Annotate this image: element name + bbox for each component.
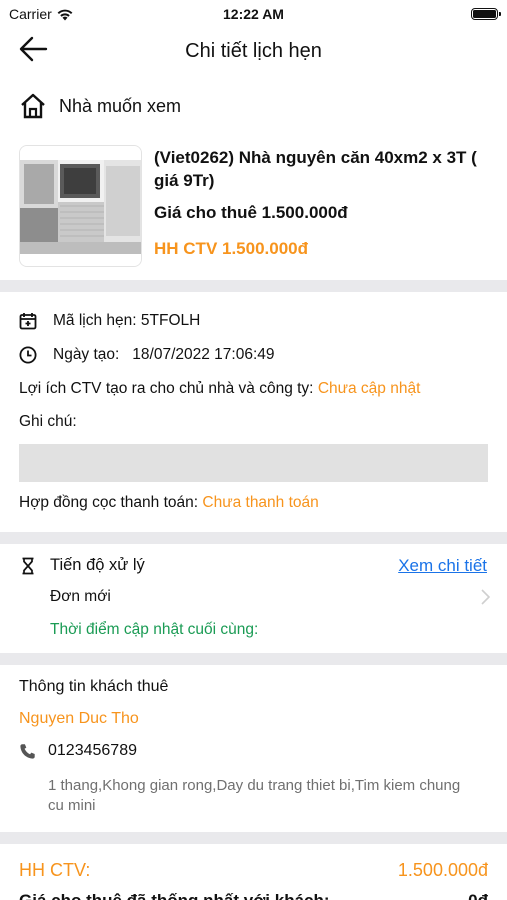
progress-heading: Tiến độ xử lý [50, 556, 145, 574]
contract-value: Chưa thanh toán [202, 494, 319, 511]
nav-bar: Chi tiết lịch hẹn [0, 28, 507, 76]
property-card[interactable]: (Viet0262) Nhà nguyên căn 40xm2 x 3T ( g… [19, 143, 487, 268]
tenant-name: Nguyen Duc Tho [19, 710, 139, 727]
battery-icon [471, 8, 501, 20]
home-icon [21, 93, 45, 119]
note-field [19, 444, 488, 482]
last-update-row: Thời điểm cập nhật cuối cùng: [50, 621, 258, 639]
status-time: 12:22 AM [223, 6, 284, 22]
clock-icon [19, 346, 37, 364]
agreed-price-value: 0đ [468, 891, 488, 900]
section-divider [0, 653, 507, 665]
status-bar: Carrier 12:22 AM [0, 0, 507, 28]
section-divider [0, 532, 507, 544]
chevron-right-icon[interactable] [479, 588, 491, 606]
phone-icon [20, 743, 35, 759]
appointment-code-value: 5TFOLH [140, 312, 201, 329]
tenant-heading: Thông tin khách thuê [19, 678, 169, 695]
agreed-price-label: Giá cho thuê đã thống nhất với khách: [19, 891, 330, 900]
appointment-code-label: Mã lịch hẹn: [53, 312, 137, 329]
benefit-value: Chưa cập nhật [317, 380, 421, 397]
property-thumbnail[interactable] [19, 145, 142, 267]
created-date-row: Ngày tạo: 18/07/2022 17:06:49 [19, 346, 275, 364]
page-title: Chi tiết lịch hẹn [185, 40, 322, 62]
property-section-header: Nhà muốn xem [19, 93, 181, 119]
note-label: Ghi chú: [19, 413, 77, 431]
last-update-label: Thời điểm cập nhật cuối cùng: [50, 621, 259, 638]
commission-summary-label: HH CTV: [19, 860, 91, 880]
benefit-row: Lợi ích CTV tạo ra cho chủ nhà và công t… [19, 380, 420, 398]
hourglass-icon [22, 557, 34, 574]
view-detail-link[interactable]: Xem chi tiết [398, 556, 487, 576]
property-section-heading: Nhà muốn xem [59, 95, 182, 116]
progress-heading-row: Tiến độ xử lý [19, 556, 145, 575]
commission-summary-value: 1.500.000đ [397, 860, 488, 880]
property-commission: HH CTV 1.500.000đ [154, 239, 309, 258]
property-title: (Viet0262) Nhà nguyên căn 40xm2 x 3T ( g… [154, 148, 477, 190]
tenant-phone: 0123456789 [48, 742, 137, 759]
calendar-plus-icon [19, 313, 37, 330]
tenant-heading-row: Thông tin khách thuê [19, 678, 168, 696]
commission-summary-row: HH CTV: 1.500.000đ [19, 860, 488, 881]
note-label-text: Ghi chú: [19, 413, 77, 430]
progress-status-row[interactable]: Đơn mới [50, 588, 111, 606]
tenant-description: 1 thang,Khong gian rong,Day du trang thi… [48, 777, 461, 814]
progress-status: Đơn mới [50, 588, 111, 605]
benefit-label: Lợi ích CTV tạo ra cho chủ nhà và công t… [19, 380, 314, 397]
section-divider [0, 832, 507, 844]
battery-level [473, 10, 496, 18]
property-price: Giá cho thuê 1.500.000đ [154, 203, 348, 222]
contract-label: Hợp đồng cọc thanh toán: [19, 494, 199, 511]
section-divider [0, 280, 507, 292]
property-photo [20, 146, 141, 266]
contract-row: Hợp đồng cọc thanh toán: Chưa thanh toán [19, 494, 319, 512]
appointment-code-row: Mã lịch hẹn: 5TFOLH [19, 312, 200, 330]
created-date-value: 18/07/2022 17:06:49 [132, 346, 275, 363]
created-date-label: Ngày tạo: [53, 346, 120, 363]
tenant-phone-row[interactable]: 0123456789 [19, 742, 137, 760]
agreed-price-row: Giá cho thuê đã thống nhất với khách: 0đ [19, 891, 488, 900]
